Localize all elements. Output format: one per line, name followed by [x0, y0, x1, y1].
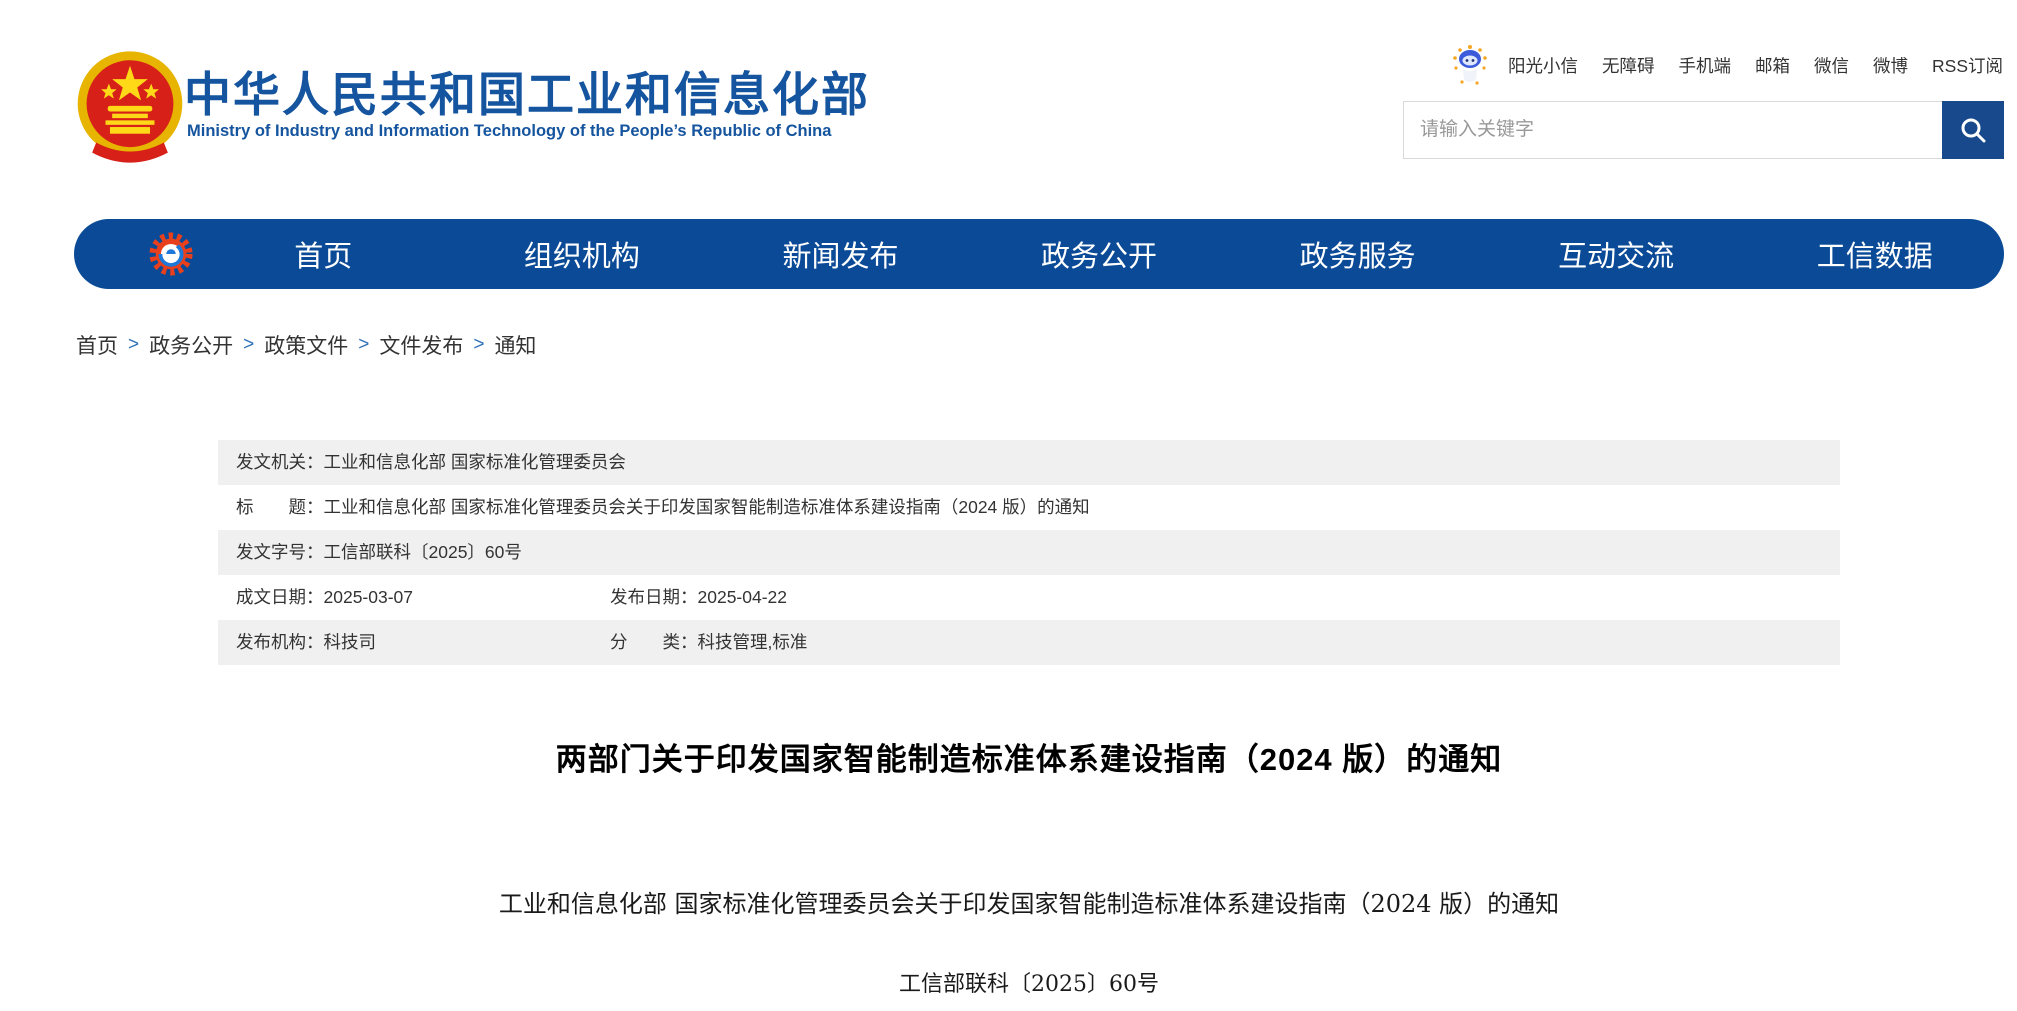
breadcrumb-item-gov-disclosure[interactable]: 政务公开	[149, 330, 233, 360]
nav-item-interaction[interactable]: 互动交流	[1487, 233, 1746, 275]
site-title: 中华人民共和国工业和信息化部	[184, 56, 870, 125]
meta-value: 2025-04-22	[698, 587, 788, 607]
page: 中华人民共和国工业和信息化部 Ministry of Industry and …	[0, 0, 2017, 1011]
nav-items: 首页 组织机构 新闻发布 政务公开 政务服务 互动交流 工信数据	[194, 233, 2004, 275]
article-subtitle: 工业和信息化部 国家标准化管理委员会关于印发国家智能制造标准体系建设指南（202…	[218, 884, 1840, 919]
quick-link-sunshine-assistant[interactable]: 阳光小信	[1508, 53, 1578, 78]
meta-label: 发文机关：	[236, 452, 324, 472]
meta-label: 成文日期：	[236, 587, 324, 607]
meta-value: 科技司	[324, 632, 377, 652]
meta-value: 工业和信息化部 国家标准化管理委员会	[324, 452, 626, 472]
nav-item-organization[interactable]: 组织机构	[453, 233, 712, 275]
quick-link-mail[interactable]: 邮箱	[1755, 53, 1790, 78]
breadcrumb-separator: >	[128, 334, 139, 356]
nav-item-news[interactable]: 新闻发布	[711, 233, 970, 275]
quick-link-rss[interactable]: RSS订阅	[1932, 53, 2003, 78]
search-input[interactable]	[1403, 101, 1942, 159]
meta-label: 标 题：	[236, 497, 324, 517]
breadcrumb-separator: >	[243, 334, 254, 356]
meta-row-title: 标 题：工业和信息化部 国家标准化管理委员会关于印发国家智能制造标准体系建设指南…	[218, 485, 1840, 530]
meta-row-issuing-authority: 发文机关：工业和信息化部 国家标准化管理委员会	[218, 440, 1840, 485]
quick-link-mobile[interactable]: 手机端	[1679, 53, 1732, 78]
meta-value: 工业和信息化部 国家标准化管理委员会关于印发国家智能制造标准体系建设指南（202…	[324, 497, 1090, 517]
robot-assistant-icon[interactable]	[1450, 44, 1490, 86]
nav-item-miit-data[interactable]: 工信数据	[1745, 233, 2004, 275]
miit-gear-logo-icon	[148, 231, 194, 277]
breadcrumb-item-policy-documents[interactable]: 政策文件	[264, 330, 348, 360]
quick-link-wechat[interactable]: 微信	[1814, 53, 1849, 78]
meta-row-publisher-category: 发布机构：科技司 分 类：科技管理,标准	[218, 620, 1840, 665]
site-subtitle: Ministry of Industry and Information Tec…	[187, 122, 831, 141]
search-icon	[1959, 116, 1987, 144]
meta-row-dates: 成文日期：2025-03-07 发布日期：2025-04-22	[218, 575, 1840, 620]
meta-label: 分 类：	[610, 632, 698, 652]
breadcrumb-item-document-release[interactable]: 文件发布	[379, 330, 463, 360]
search-bar	[1403, 101, 2004, 159]
article-title: 两部门关于印发国家智能制造标准体系建设指南（2024 版）的通知	[218, 734, 1840, 779]
meta-row-document-number: 发文字号：工信部联科〔2025〕60号	[218, 530, 1840, 575]
document-meta-table: 发文机关：工业和信息化部 国家标准化管理委员会 标 题：工业和信息化部 国家标准…	[218, 440, 1840, 665]
breadcrumb-item-notice[interactable]: 通知	[494, 330, 536, 360]
article-doc-number: 工信部联科〔2025〕60号	[218, 966, 1840, 998]
breadcrumb: 首页 > 政务公开 > 政策文件 > 文件发布 > 通知	[76, 330, 536, 360]
main-navbar: 首页 组织机构 新闻发布 政务公开 政务服务 互动交流 工信数据	[74, 219, 2004, 289]
breadcrumb-separator: >	[473, 334, 484, 356]
meta-value: 工信部联科〔2025〕60号	[324, 542, 522, 562]
search-button[interactable]	[1942, 101, 2004, 159]
meta-value: 2025-03-07	[324, 587, 414, 607]
nav-item-gov-services[interactable]: 政务服务	[1228, 233, 1487, 275]
nav-item-gov-disclosure[interactable]: 政务公开	[970, 233, 1229, 275]
meta-label: 发文字号：	[236, 542, 324, 562]
quick-link-accessibility[interactable]: 无障碍	[1602, 53, 1655, 78]
meta-label: 发布机构：	[236, 632, 324, 652]
meta-label: 发布日期：	[610, 587, 698, 607]
meta-value: 科技管理,标准	[698, 632, 808, 652]
breadcrumb-separator: >	[358, 334, 369, 356]
nav-item-home[interactable]: 首页	[194, 233, 453, 275]
quick-links: 阳光小信 无障碍 手机端 邮箱 微信 微博 RSS订阅	[1450, 44, 2003, 86]
breadcrumb-item-home[interactable]: 首页	[76, 330, 118, 360]
quick-link-weibo[interactable]: 微博	[1873, 53, 1908, 78]
national-emblem	[74, 48, 186, 166]
